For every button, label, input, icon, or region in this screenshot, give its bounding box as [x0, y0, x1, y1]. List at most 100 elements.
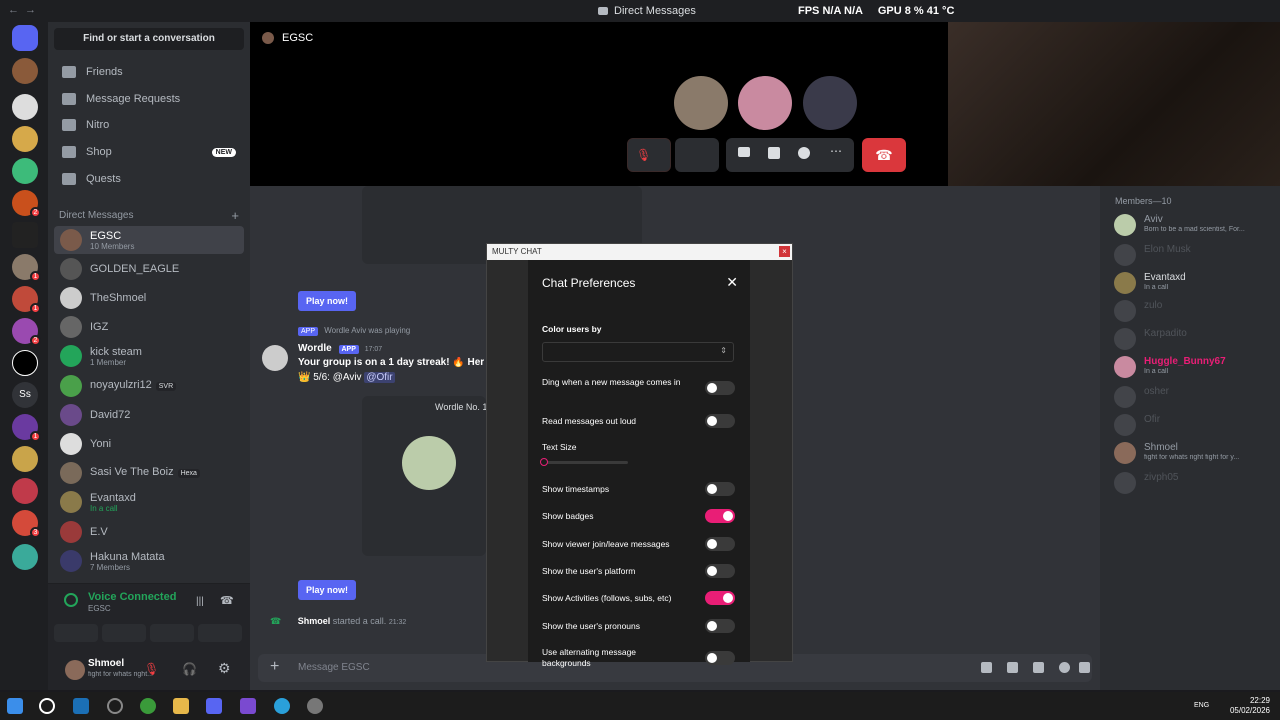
folder-icon[interactable] [173, 698, 189, 714]
member-item[interactable]: osher [1114, 384, 1278, 410]
server-icon[interactable] [12, 446, 38, 472]
toggle-platform[interactable] [705, 564, 735, 578]
dm-item[interactable]: noyayulzri12 SVR [54, 372, 244, 400]
mention[interactable]: @Ofir [364, 372, 395, 383]
telegram-icon[interactable] [274, 698, 290, 714]
gift-icon[interactable] [981, 662, 992, 673]
avatar[interactable] [65, 660, 85, 680]
toggle-read-aloud[interactable] [705, 414, 735, 428]
server-icon[interactable]: 1 [12, 414, 41, 442]
server-icon[interactable] [12, 94, 38, 120]
discord-icon[interactable] [206, 698, 222, 714]
dm-item[interactable]: David72 [54, 401, 244, 429]
voice-channel[interactable]: EGSC [88, 604, 111, 613]
back-forward-arrows[interactable]: ←→ [8, 4, 42, 16]
hang-up-button[interactable]: ☎ [862, 138, 906, 172]
settings-icon[interactable]: ⚙ [218, 660, 231, 677]
server-icon[interactable]: 3 [12, 510, 41, 538]
add-dm-icon[interactable]: + [231, 208, 239, 223]
participant-avatar[interactable] [803, 76, 857, 130]
server-icon[interactable]: 1 [12, 286, 41, 314]
color-users-select[interactable]: ⇕ [542, 342, 734, 362]
nav-message-requests[interactable]: Message Requests [54, 87, 244, 111]
activities-icon[interactable] [768, 147, 780, 159]
nav-friends[interactable]: Friends [54, 60, 244, 84]
member-item[interactable]: zulo [1114, 298, 1278, 324]
camera-off-button[interactable] [54, 624, 98, 642]
toggle-ding[interactable] [705, 381, 735, 395]
media-icon[interactable] [240, 698, 256, 714]
window-titlebar[interactable]: MULTY CHAT [487, 244, 792, 260]
server-icon[interactable] [12, 350, 38, 376]
server-icon[interactable] [12, 222, 38, 248]
participant-avatar[interactable] [674, 76, 728, 130]
dm-item[interactable]: kick steam 1 Member [54, 342, 244, 370]
server-icon[interactable] [12, 478, 38, 504]
toggle-activities[interactable] [705, 591, 735, 605]
attach-icon[interactable]: + [270, 658, 279, 676]
deafen-icon[interactable]: 🎧 [182, 662, 197, 676]
search-icon[interactable] [39, 698, 55, 714]
toggle-badges[interactable] [705, 509, 735, 523]
dm-item[interactable]: Hakuna Matata 7 Members [54, 547, 244, 575]
member-item[interactable]: zivph05 [1114, 470, 1278, 496]
play-now-button[interactable]: Play now! [298, 580, 357, 600]
gif-icon[interactable] [1007, 662, 1018, 673]
xbox-icon[interactable] [140, 698, 156, 714]
member-item[interactable]: Evantaxd In a call [1114, 270, 1278, 296]
screen-share-button[interactable] [102, 624, 146, 642]
member-item[interactable]: Huggle_Bunny67 In a call [1114, 354, 1278, 380]
toggle-join-leave[interactable] [705, 537, 735, 551]
member-item[interactable]: Shmoel fight for whats right fight for y… [1114, 440, 1278, 466]
system-user[interactable]: Shmoel [298, 616, 331, 626]
member-item[interactable]: Karpadito [1114, 326, 1278, 352]
slider-knob[interactable] [540, 458, 548, 466]
text-size-slider[interactable] [540, 458, 628, 466]
member-item[interactable]: Ofir [1114, 412, 1278, 438]
server-icon[interactable]: 2 [12, 318, 41, 346]
nav-quests[interactable]: Quests [54, 167, 244, 191]
screen-share-icon[interactable] [738, 147, 750, 157]
author-name[interactable]: Wordle [298, 343, 332, 354]
server-icon[interactable] [12, 158, 38, 184]
start-icon[interactable] [7, 698, 23, 714]
server-icon[interactable]: Ss [12, 382, 38, 408]
dm-item[interactable]: TheShmoel [54, 284, 244, 312]
soundboard-icon[interactable] [798, 147, 810, 159]
participant-avatar[interactable] [738, 76, 792, 130]
avatar[interactable] [262, 345, 288, 371]
toggle-alternating-bg[interactable] [705, 651, 735, 665]
activities-button[interactable] [150, 624, 194, 642]
disconnect-icon[interactable]: ☎ [220, 594, 234, 607]
dm-item[interactable]: Evantaxd In a call [54, 488, 244, 516]
noise-suppression-icon[interactable]: ||| [196, 596, 204, 607]
dm-item[interactable]: EGSC 10 Members [54, 226, 244, 254]
app-icon[interactable] [107, 698, 123, 714]
camera-toggle-button[interactable] [675, 138, 719, 172]
dm-item[interactable]: GOLDEN_EAGLE [54, 255, 244, 283]
dm-item[interactable]: E.V [54, 518, 244, 546]
member-item[interactable]: Aviv Born to be a mad scientist, For... [1114, 212, 1278, 238]
close-window-button[interactable]: × [779, 246, 790, 257]
dm-item[interactable]: IGZ [54, 313, 244, 341]
emoji-icon[interactable] [1059, 662, 1070, 673]
server-icon[interactable]: 2 [12, 190, 41, 218]
soundboard-button[interactable] [198, 624, 242, 642]
more-icon[interactable]: ⋯ [830, 144, 842, 158]
chrome-icon[interactable] [307, 698, 323, 714]
play-now-button[interactable]: Play now! [298, 291, 357, 311]
server-icon[interactable] [12, 126, 38, 152]
mic-toggle-button[interactable]: 🎙 [627, 138, 671, 172]
dm-item[interactable]: Sasi Ve The Boiz Hexa [54, 459, 244, 487]
toggle-timestamps[interactable] [705, 482, 735, 496]
apps-icon[interactable] [1079, 662, 1090, 673]
search-input[interactable]: Find or start a conversation [54, 28, 244, 50]
steam-icon[interactable] [73, 698, 89, 714]
server-icon[interactable] [12, 544, 38, 570]
nav-nitro[interactable]: Nitro [54, 113, 244, 137]
dm-item[interactable]: Yoni [54, 430, 244, 458]
nav-shop[interactable]: Shop NEW [54, 140, 244, 164]
clock[interactable]: 22:29 05/02/2026 [1230, 696, 1270, 716]
toggle-pronouns[interactable] [705, 619, 735, 633]
language-indicator[interactable]: ENG [1194, 702, 1209, 709]
